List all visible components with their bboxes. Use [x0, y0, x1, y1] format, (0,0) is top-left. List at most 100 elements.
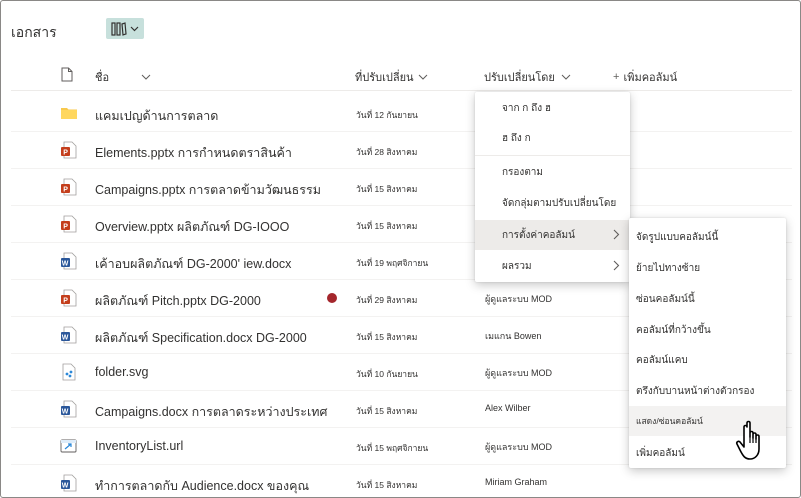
powerpoint-file-icon: P	[61, 289, 77, 307]
folder-icon	[61, 108, 77, 119]
add-column-label: เพิ่มคอลัมน์	[623, 72, 678, 84]
file-name[interactable]: เค้าอบผลิตภัณฑ์ DG-2000' iew.docx	[95, 254, 291, 274]
column-header-row: ชื่อ ที่ปรับเปลี่ยน ปรับเปลี่ยนโดย + เพิ…	[11, 59, 792, 91]
modified-date: วันที่ 15 สิงหาคม	[356, 406, 418, 416]
modified-header-label: ที่ปรับเปลี่ยน	[355, 72, 414, 84]
menu-item-label: จาก ก ถึง ฮ	[502, 102, 551, 114]
table-row[interactable]: W ทำการตลาดกับ Audience.docx ของคุณ วันท…	[11, 465, 792, 497]
menu-item-format-column[interactable]: จัดรูปแบบคอลัมน์นี้	[629, 222, 786, 252]
name-column-header[interactable]: ชื่อ	[95, 68, 151, 86]
modified-date: วันที่ 15 พฤศจิกายน	[356, 443, 429, 453]
chevron-right-icon	[613, 229, 620, 240]
menu-item-label: คอลัมน์แคบ	[636, 354, 688, 366]
menu-item-pin-to-filters-pane[interactable]: ตรึงกับบานหน้าต่างตัวกรอง	[629, 376, 786, 406]
powerpoint-file-icon: P	[61, 141, 77, 159]
word-file-icon: W	[61, 326, 77, 344]
modified-date: วันที่ 15 สิงหาคม	[356, 221, 418, 231]
menu-divider	[475, 155, 630, 156]
menu-item-label: การตั้งค่าคอลัมน์	[502, 229, 575, 241]
menu-item-label: กรองตาม	[502, 166, 544, 178]
plus-icon: +	[613, 71, 620, 83]
modified-by: Alex Wilber	[485, 403, 531, 413]
menu-item-label: คอลัมน์ที่กว้างขึ้น	[636, 324, 711, 336]
document-library: เอกสาร ชื่อ ที่ปรับเปลี่ยน ปรับเปลี่ยนโด…	[0, 0, 801, 498]
library-title: เอกสาร	[11, 24, 57, 40]
menu-item-totals[interactable]: ผลรวม	[475, 251, 630, 281]
chevron-down-icon	[561, 74, 571, 80]
document-icon	[61, 67, 73, 82]
modified-date: วันที่ 15 สิงหาคม	[356, 332, 418, 342]
menu-item-narrower-column[interactable]: คอลัมน์แคบ	[629, 345, 786, 375]
file-type-header[interactable]	[61, 67, 73, 82]
menu-item-label: ฮ ถึง ก	[502, 132, 531, 144]
file-name[interactable]: InventoryList.url	[95, 439, 183, 453]
file-name[interactable]: Campaigns.docx การตลาดระหว่างประเทศ	[95, 402, 327, 422]
view-switcher-button[interactable]	[106, 18, 144, 39]
hand-pointer-cursor-icon	[735, 420, 760, 460]
name-header-label: ชื่อ	[95, 72, 110, 84]
file-name[interactable]: Elements.pptx การกำหนดตราสินค้า	[95, 143, 292, 163]
modified-date: วันที่ 29 สิงหาคม	[356, 295, 418, 305]
file-name[interactable]: folder.svg	[95, 365, 149, 379]
modified-by: เมแกน Bowen	[485, 331, 542, 341]
modified-by: ผู้ดูแลระบบ MOD	[485, 442, 553, 452]
file-name[interactable]: แคมเปญด้านการตลาด	[95, 106, 218, 126]
powerpoint-file-icon: P	[61, 215, 77, 233]
word-file-icon: W	[61, 474, 77, 492]
table-row[interactable]: P Elements.pptx การกำหนดตราสินค้า วันที่…	[11, 132, 792, 169]
modified-column-header[interactable]: ที่ปรับเปลี่ยน	[355, 68, 428, 86]
menu-item-label: แสดง/ซ่อนคอลัมน์	[636, 416, 703, 426]
modified-by: Miriam Graham	[485, 477, 548, 487]
more-options-icon[interactable]: ·	[314, 181, 317, 192]
menu-item-hide-column[interactable]: ซ่อนคอลัมน์นี้	[629, 284, 786, 314]
modified-date: วันที่ 10 กันยายน	[356, 369, 418, 379]
svg-text:P: P	[63, 187, 68, 194]
svg-text:P: P	[63, 224, 68, 231]
menu-item-label: จัดรูปแบบคอลัมน์นี้	[636, 231, 719, 243]
modified-date: วันที่ 15 สิงหาคม	[356, 184, 418, 194]
url-link-icon	[60, 439, 77, 453]
svg-file-icon	[62, 363, 76, 381]
menu-item-label: จัดกลุ่มตามปรับเปลี่ยนโดย	[502, 197, 617, 209]
svg-text:P: P	[63, 298, 68, 305]
menu-item-column-settings[interactable]: การตั้งค่าคอลัมน์	[475, 220, 630, 250]
menu-item-label: เพิ่มคอลัมน์	[636, 447, 685, 459]
menu-item-filter-by[interactable]: กรองตาม	[475, 157, 630, 187]
file-name[interactable]: Campaigns.pptx การตลาดข้ามวัฒนธรรม	[95, 180, 321, 200]
library-view-icon	[111, 21, 127, 36]
add-column-header[interactable]: + เพิ่มคอลัมน์	[613, 68, 677, 86]
modified-date: วันที่ 15 สิงหาคม	[356, 480, 418, 490]
modified-by-header-label: ปรับเปลี่ยนโดย	[484, 72, 555, 84]
menu-item-label: ซ่อนคอลัมน์นี้	[636, 293, 695, 305]
svg-text:W: W	[62, 409, 69, 416]
modified-date: วันที่ 19 พฤศจิกายน	[356, 258, 429, 268]
file-name[interactable]: ผลิตภัณฑ์ Specification.docx DG-2000	[95, 328, 307, 348]
chevron-down-icon	[130, 26, 139, 31]
menu-item-group-by[interactable]: จัดกลุ่มตามปรับเปลี่ยนโดย	[475, 188, 630, 218]
modified-by-column-header[interactable]: ปรับเปลี่ยนโดย	[484, 68, 571, 86]
svg-text:P: P	[63, 150, 68, 157]
file-name[interactable]: Overview.pptx ผลิตภัณฑ์ DG-IOOO	[95, 217, 289, 237]
svg-text:W: W	[62, 335, 69, 342]
table-row[interactable]: แคมเปญด้านการตลาด วันที่ 12 กันยายน	[11, 95, 792, 132]
svg-text:W: W	[62, 483, 69, 490]
file-name[interactable]: ผลิตภัณฑ์ Pitch.pptx DG-2000	[95, 291, 261, 311]
table-row[interactable]: P Campaigns.pptx การตลาดข้ามวัฒนธรรม · ว…	[11, 169, 792, 206]
menu-item-sort-z-to-a[interactable]: ฮ ถึง ก	[475, 123, 630, 153]
menu-item-wider-column[interactable]: คอลัมน์ที่กว้างขึ้น	[629, 315, 786, 345]
chevron-right-icon	[613, 260, 620, 271]
svg-text:W: W	[62, 261, 69, 268]
file-name[interactable]: ทำการตลาดกับ Audience.docx ของคุณ	[95, 476, 309, 496]
modified-date: วันที่ 28 สิงหาคม	[356, 147, 418, 157]
chevron-down-icon	[141, 74, 151, 80]
powerpoint-file-icon: P	[61, 178, 77, 196]
menu-item-sort-a-to-z[interactable]: จาก ก ถึง ฮ	[475, 93, 630, 123]
word-file-icon: W	[61, 252, 77, 270]
menu-item-label: ย้ายไปทางซ้าย	[636, 262, 701, 274]
modified-date: วันที่ 12 กันยายน	[356, 110, 418, 120]
word-file-icon: W	[61, 400, 77, 418]
menu-item-move-left[interactable]: ย้ายไปทางซ้าย	[629, 253, 786, 283]
menu-item-label: ตรึงกับบานหน้าต่างตัวกรอง	[636, 385, 755, 397]
menu-item-label: ผลรวม	[502, 260, 532, 272]
checkout-alert-icon[interactable]	[327, 293, 337, 303]
